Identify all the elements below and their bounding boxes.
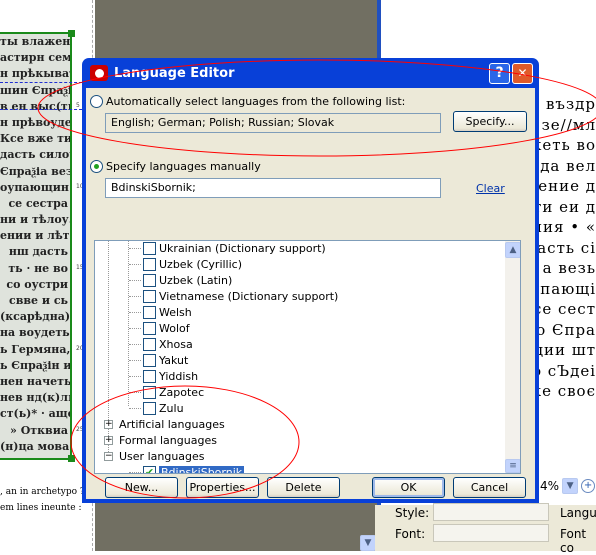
annotation-ellipse bbox=[70, 385, 300, 499]
annotation-layer bbox=[37, 59, 596, 499]
annotation-ellipse bbox=[37, 59, 596, 157]
